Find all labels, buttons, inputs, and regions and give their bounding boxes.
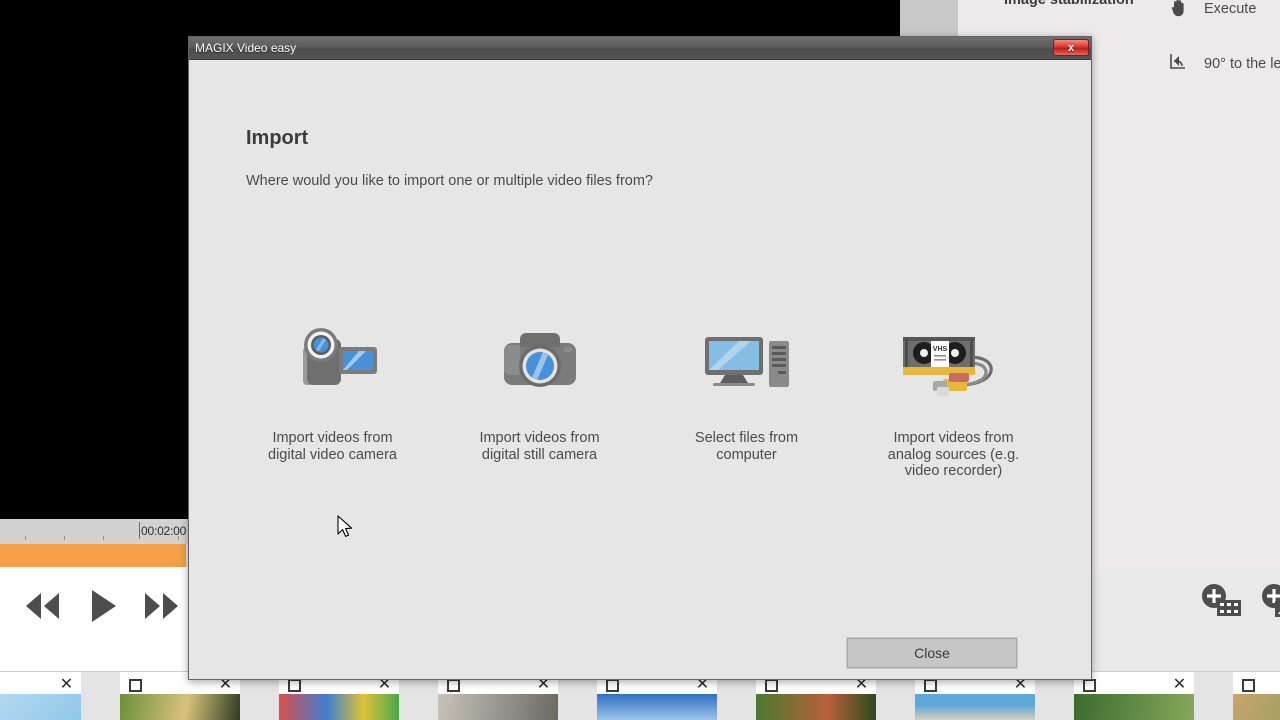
thumbnail-image bbox=[279, 694, 399, 720]
rotate-left-label: 90° to the left bbox=[1204, 56, 1280, 72]
checkbox[interactable] bbox=[288, 679, 301, 692]
thumbnail-image bbox=[438, 694, 558, 720]
thumbnail-image bbox=[1233, 694, 1280, 720]
dialog-body: Import Where would you like to import on… bbox=[189, 60, 1091, 680]
vhs-cassette-icon: VHS bbox=[899, 310, 1009, 410]
checkbox[interactable] bbox=[606, 679, 619, 692]
thumbnail-image bbox=[756, 694, 876, 720]
rewind-button[interactable] bbox=[20, 589, 64, 623]
list-item[interactable]: ✕ bbox=[1074, 672, 1194, 720]
checkbox[interactable] bbox=[447, 679, 460, 692]
import-option-computer-label: Select files from computer bbox=[694, 430, 799, 463]
photo-camera-icon bbox=[492, 310, 588, 410]
page-title: Import bbox=[246, 127, 309, 149]
checkbox[interactable] bbox=[1083, 679, 1096, 692]
execute-action-row[interactable]: Execute bbox=[1168, 0, 1256, 22]
thumbnail-image bbox=[597, 694, 717, 720]
add-media-buttons bbox=[1200, 582, 1280, 627]
page-subtitle: Where would you like to import one or mu… bbox=[246, 173, 653, 189]
app-screen: Image stabilization Execute 90° to the l… bbox=[0, 0, 1280, 720]
timeline-time-label: 00:02:00 bbox=[141, 524, 187, 538]
thumbnail-image bbox=[0, 694, 81, 720]
import-option-video-camera-label: Import videos from digital video camera bbox=[268, 430, 397, 463]
play-button[interactable] bbox=[84, 586, 120, 626]
right-panel-title: Image stabilization bbox=[1004, 0, 1134, 8]
add-photo-button[interactable] bbox=[1260, 582, 1280, 627]
checkbox[interactable] bbox=[765, 679, 778, 692]
add-video-button[interactable] bbox=[1200, 582, 1246, 627]
import-option-still-camera-label: Import videos from digital still camera bbox=[479, 430, 600, 463]
close-button[interactable]: Close bbox=[847, 638, 1017, 668]
computer-icon bbox=[699, 310, 795, 410]
thumbnail-image bbox=[1074, 694, 1194, 720]
rotate-left-action-row[interactable]: 90° to the left bbox=[1168, 51, 1280, 77]
right-panel-side-strip bbox=[900, 0, 958, 38]
timeline-clip[interactable] bbox=[0, 544, 186, 567]
list-item[interactable] bbox=[1233, 672, 1280, 720]
video-camera-icon bbox=[285, 310, 381, 410]
thumbnail-image bbox=[120, 694, 240, 720]
window-close-button[interactable]: x bbox=[1053, 39, 1089, 56]
import-option-video-camera[interactable]: Import videos from digital video camera bbox=[229, 310, 436, 480]
rotate-left-icon bbox=[1168, 51, 1190, 77]
import-option-analog[interactable]: VHS Import videos from analog sources (e… bbox=[850, 310, 1057, 480]
import-option-analog-label: Import videos from analog sources (e.g. … bbox=[887, 430, 1020, 480]
transport-controls bbox=[20, 586, 184, 626]
import-option-computer[interactable]: Select files from computer bbox=[643, 310, 850, 480]
fast-forward-button[interactable] bbox=[140, 589, 184, 623]
list-item[interactable]: ✕ bbox=[0, 672, 81, 720]
svg-text:VHS: VHS bbox=[932, 346, 947, 353]
checkbox[interactable] bbox=[924, 679, 937, 692]
import-source-options: Import videos from digital video camera bbox=[229, 310, 1057, 480]
execute-label: Execute bbox=[1204, 1, 1257, 17]
close-button-frame: Close bbox=[846, 637, 1018, 669]
checkbox[interactable] bbox=[129, 679, 142, 692]
import-dialog: MAGIX Video easy x Import Where would yo… bbox=[188, 36, 1092, 680]
thumbnail-image bbox=[915, 694, 1035, 720]
close-icon[interactable]: ✕ bbox=[59, 677, 74, 693]
hand-icon bbox=[1168, 0, 1190, 22]
dialog-title: MAGIX Video easy bbox=[195, 41, 297, 55]
close-icon[interactable]: ✕ bbox=[1172, 677, 1187, 693]
checkbox[interactable] bbox=[1242, 679, 1255, 692]
dialog-titlebar[interactable]: MAGIX Video easy x bbox=[189, 37, 1091, 60]
import-option-still-camera[interactable]: Import videos from digital still camera bbox=[436, 310, 643, 480]
